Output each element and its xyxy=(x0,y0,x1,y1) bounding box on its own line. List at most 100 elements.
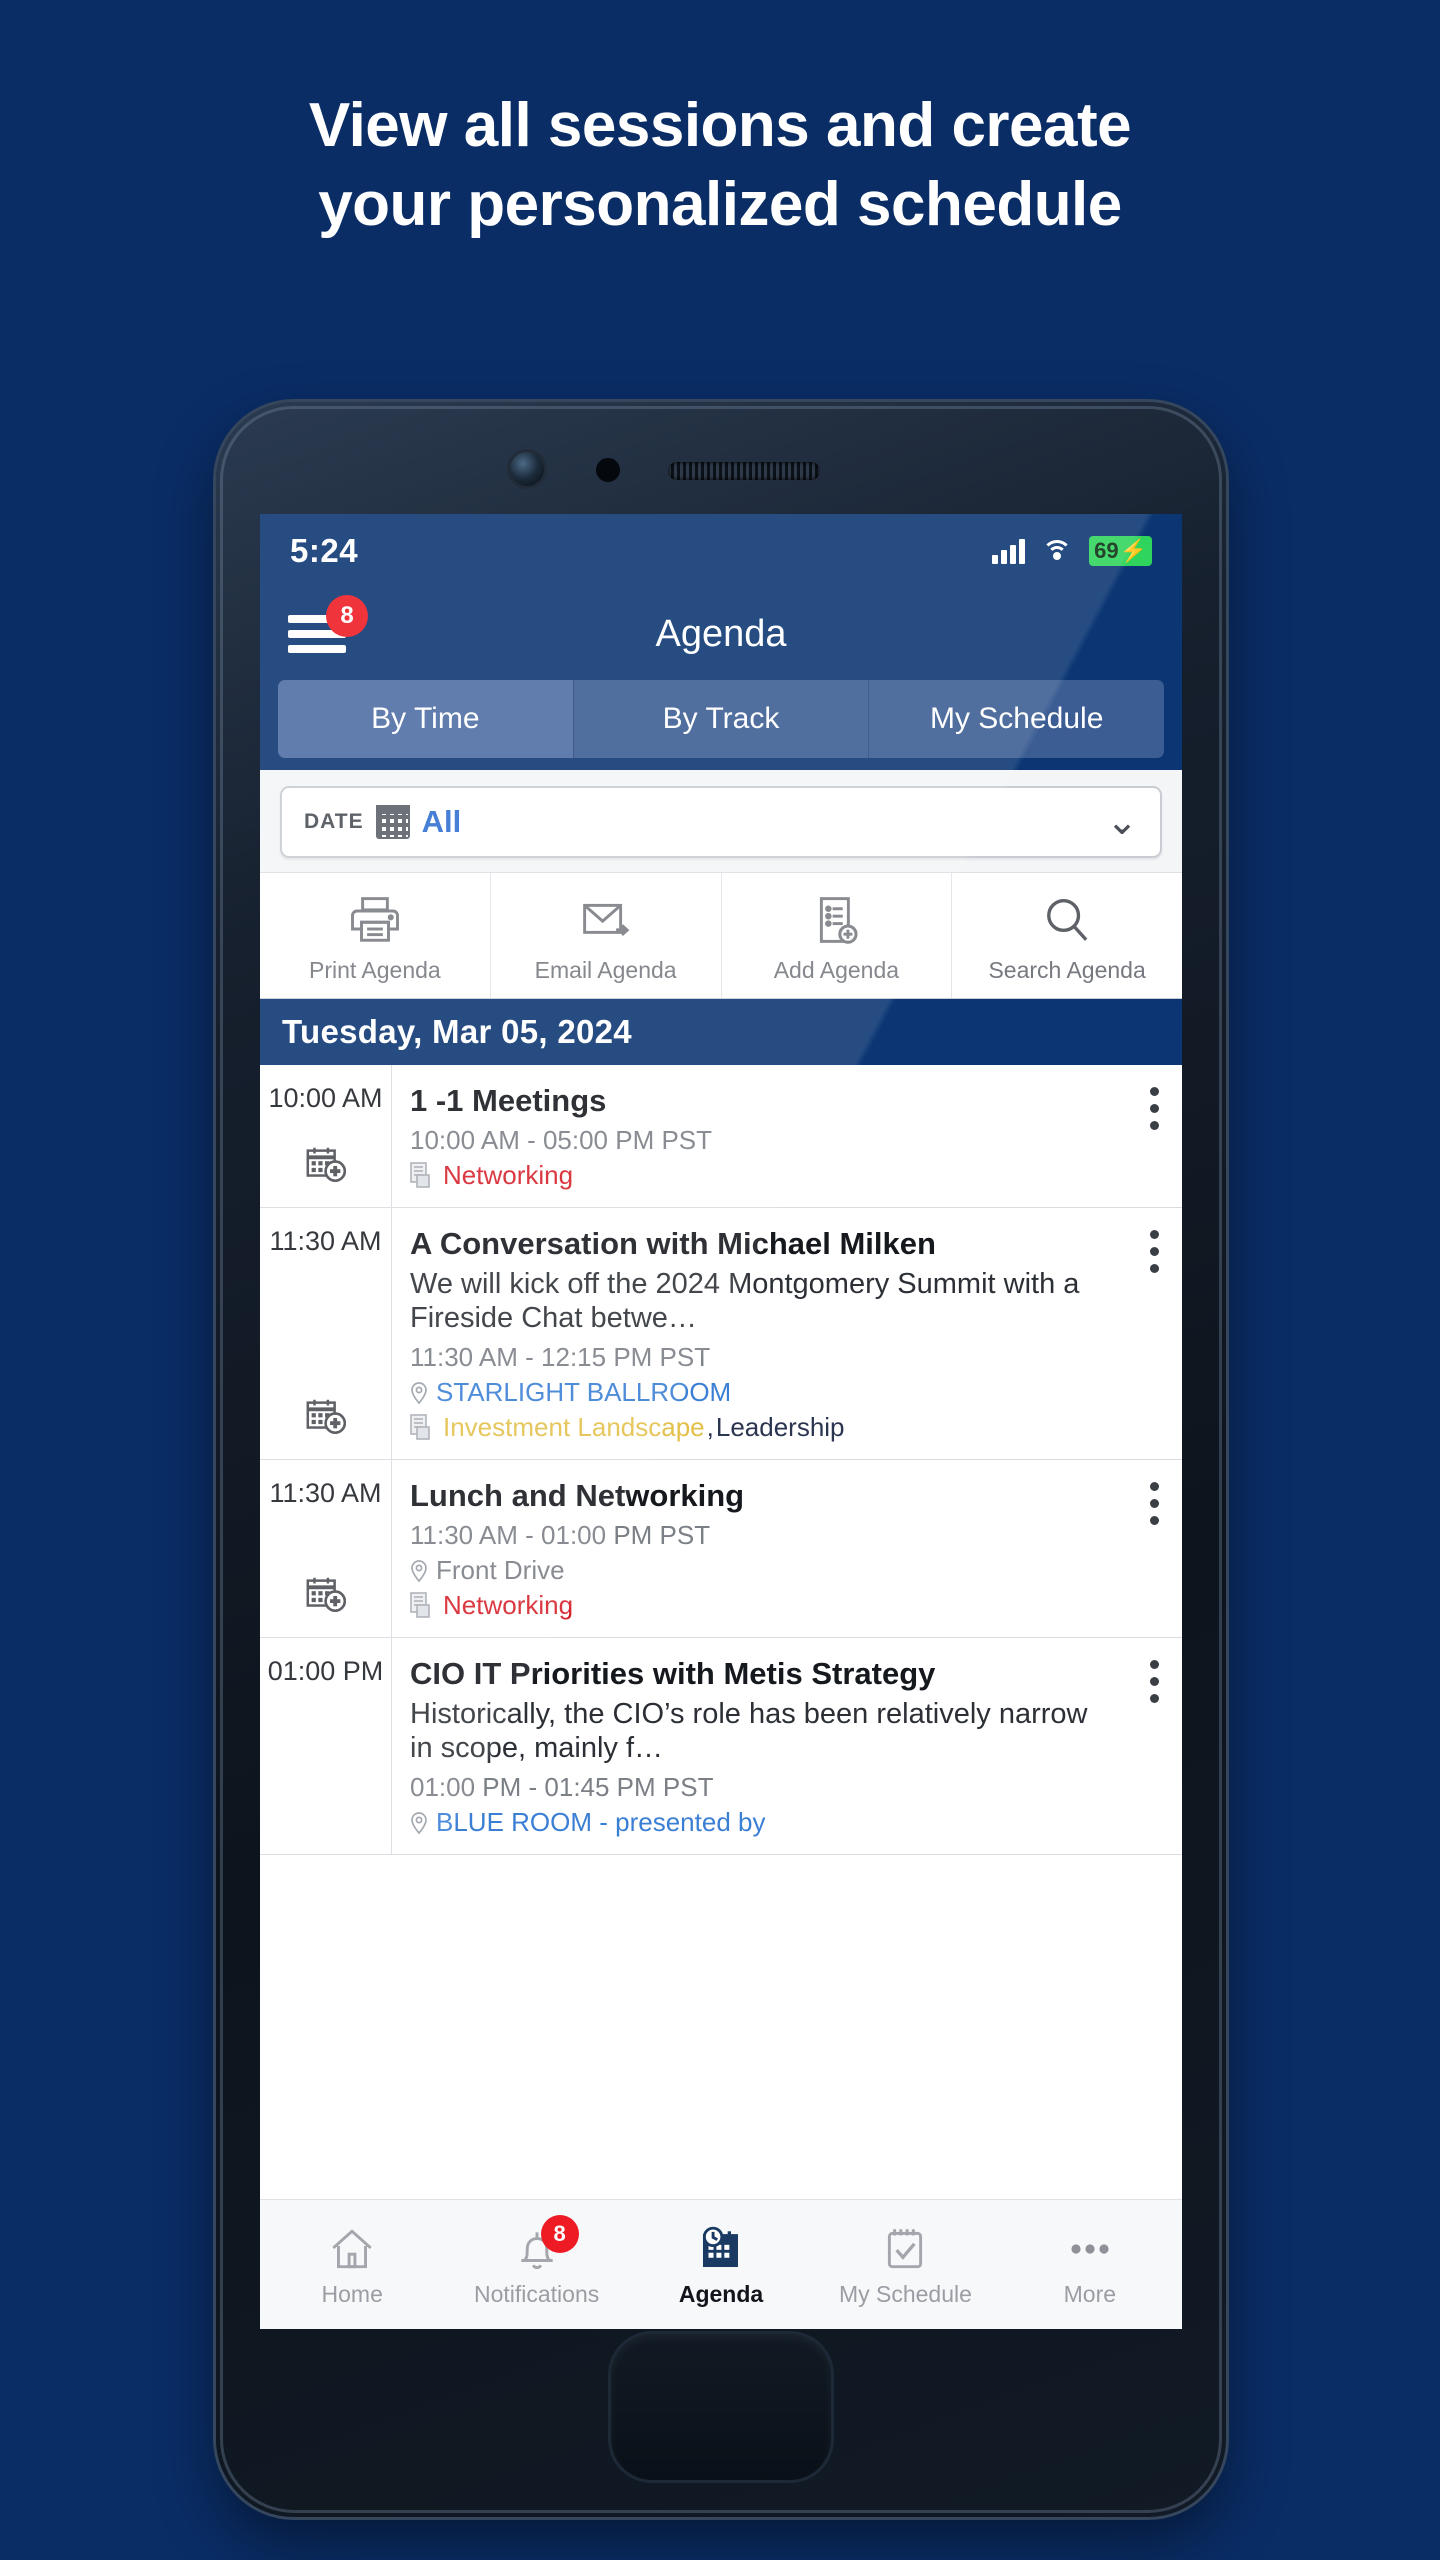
session-tracks: Networking xyxy=(410,1590,1112,1621)
nav-item-more[interactable]: More xyxy=(998,2221,1182,2308)
track-label-leadership: Leadership xyxy=(715,1412,845,1443)
calendar-icon xyxy=(375,805,410,839)
tab-by-time[interactable]: By Time xyxy=(278,680,574,758)
app-bar: 8 Agenda xyxy=(260,588,1182,680)
nav-item-home[interactable]: Home xyxy=(260,2221,444,2308)
add-agenda-button[interactable]: Add Agenda xyxy=(722,873,953,998)
nav-label-my-schedule: My Schedule xyxy=(838,2281,972,2307)
search-icon xyxy=(952,889,1182,951)
session-timerange: 11:30 AM - 12:15 PM PST xyxy=(410,1342,711,1373)
headline-line-2: your personalized schedule xyxy=(318,170,1122,240)
nav-item-agenda[interactable]: Agenda xyxy=(629,2221,813,2308)
physical-home-button[interactable] xyxy=(608,2331,834,2483)
session-timerange: 11:30 AM - 01:00 PM PST xyxy=(410,1520,711,1551)
date-band: Tuesday, Mar 05, 2024 xyxy=(260,999,1182,1065)
email-agenda-button[interactable]: Email Agenda xyxy=(491,873,722,998)
add-agenda-label: Add Agenda xyxy=(773,957,900,983)
session-body: CIO IT Priorities with Metis Strategy Hi… xyxy=(392,1638,1182,1854)
hamburger-menu-icon[interactable]: 8 xyxy=(288,595,368,657)
earpiece-speaker-icon xyxy=(668,462,820,480)
kebab-menu-icon[interactable] xyxy=(1150,1482,1160,1526)
proximity-sensor-icon xyxy=(596,458,620,482)
date-filter-label: DATE xyxy=(304,810,364,833)
session-title: Lunch and Networking xyxy=(410,1478,745,1514)
calendar-add-icon[interactable] xyxy=(303,1394,349,1445)
session-tracks: Networking xyxy=(410,1160,1112,1191)
session-title: A Conversation with Michael Milken xyxy=(410,1226,936,1262)
session-start-time: 11:30 AM xyxy=(269,1226,382,1257)
session-title: CIO IT Priorities with Metis Strategy xyxy=(410,1656,936,1692)
battery-icon: 69 ⚡ xyxy=(1089,536,1152,566)
session-location: STARLIGHT BALLROOM xyxy=(410,1377,1112,1408)
location-pin-icon xyxy=(411,1381,427,1404)
agenda-toolbar: Print Agenda Email Agenda Add Agenda Sea… xyxy=(260,872,1182,999)
session-body: A Conversation with Michael Milken We wi… xyxy=(392,1208,1182,1459)
print-agenda-button[interactable]: Print Agenda xyxy=(260,873,491,998)
session-tracks: Investment Landscape, Leadership xyxy=(410,1412,1112,1443)
table-row[interactable]: 11:30 AM xyxy=(260,1208,1182,1461)
track-doc-icon xyxy=(410,1592,430,1618)
location-pin-icon xyxy=(411,1560,427,1583)
location-pin-icon xyxy=(411,1811,427,1835)
bell-icon: 8 xyxy=(444,2215,628,2277)
session-gutter: 11:30 AM xyxy=(260,1208,392,1460)
date-filter-dropdown[interactable]: DATE All ⌄ xyxy=(280,786,1162,858)
calendar-add-icon[interactable] xyxy=(303,1572,349,1623)
phone-top-bezel xyxy=(216,402,1226,514)
chevron-down-icon: ⌄ xyxy=(1106,801,1138,843)
track-separator: , xyxy=(706,1412,714,1443)
calendar-add-icon[interactable] xyxy=(303,1142,349,1193)
promo-headline: View all sessions and create your person… xyxy=(0,86,1440,245)
segmented-tabs: By Time By Track My Schedule xyxy=(260,680,1182,770)
session-location-label: BLUE ROOM - presented by xyxy=(436,1807,766,1838)
session-location-label: STARLIGHT BALLROOM xyxy=(436,1377,732,1408)
charging-bolt-icon: ⚡ xyxy=(1119,538,1147,563)
table-row[interactable]: 01:00 PM CIO IT Priorities with Metis St… xyxy=(260,1638,1182,1856)
search-agenda-button[interactable]: Search Agenda xyxy=(952,873,1182,998)
session-gutter: 10:00 AM xyxy=(260,1065,392,1208)
session-start-time: 01:00 PM xyxy=(267,1656,384,1687)
agenda-calendar-clock-icon xyxy=(629,2221,813,2277)
date-filter-value: All xyxy=(421,804,462,839)
session-gutter: 11:30 AM xyxy=(260,1460,392,1638)
track-label-investment-landscape: Investment Landscape xyxy=(443,1412,705,1443)
kebab-menu-icon[interactable] xyxy=(1150,1230,1160,1274)
track-label: Networking xyxy=(443,1590,574,1621)
nav-item-notifications[interactable]: 8 Notifications xyxy=(444,2215,628,2308)
table-row[interactable]: 11:30 AM xyxy=(260,1460,1182,1639)
date-filter-wrapper: DATE All ⌄ xyxy=(260,770,1182,872)
phone-mockup: 5:24 69 ⚡ 8 Agenda By Time By Track My S… xyxy=(216,402,1226,2517)
nav-label-notifications: Notifications xyxy=(473,2281,600,2307)
battery-level: 69 xyxy=(1094,538,1119,563)
table-row[interactable]: 10:00 AM 1 -1 Meetings 10:00 AM - 05:00 … xyxy=(260,1065,1182,1209)
bottom-navigation: Home 8 Notifications Agenda My Schedule … xyxy=(260,2199,1182,2329)
headline-line-1: View all sessions and create xyxy=(308,91,1132,160)
session-location: Front Drive xyxy=(410,1555,1112,1586)
promo-background: View all sessions and create your person… xyxy=(0,0,1440,2560)
session-title: 1 -1 Meetings xyxy=(410,1083,607,1118)
printer-icon xyxy=(260,889,490,951)
phone-screen: 5:24 69 ⚡ 8 Agenda By Time By Track My S… xyxy=(260,514,1182,2329)
ellipsis-icon xyxy=(998,2221,1182,2277)
status-bar-clock: 5:24 xyxy=(290,532,359,569)
kebab-menu-icon[interactable] xyxy=(1150,1660,1160,1704)
kebab-menu-icon[interactable] xyxy=(1150,1087,1160,1130)
session-timerange: 10:00 AM - 05:00 PM PST xyxy=(410,1125,713,1156)
nav-item-my-schedule[interactable]: My Schedule xyxy=(813,2221,997,2308)
tab-by-track[interactable]: By Track xyxy=(573,680,870,758)
page-title: Agenda xyxy=(655,612,787,655)
session-location: BLUE ROOM - presented by xyxy=(410,1807,1112,1838)
print-agenda-label: Print Agenda xyxy=(309,957,441,983)
nav-label-agenda: Agenda xyxy=(678,2281,764,2307)
tab-my-schedule[interactable]: My Schedule xyxy=(869,680,1165,758)
nav-label-more: More xyxy=(1063,2281,1117,2307)
track-doc-icon xyxy=(410,1413,430,1440)
document-add-icon xyxy=(722,889,952,951)
session-body: 1 -1 Meetings 10:00 AM - 05:00 PM PST Ne… xyxy=(392,1065,1182,1207)
track-doc-icon xyxy=(410,1161,430,1188)
session-start-time: 11:30 AM xyxy=(269,1478,382,1509)
home-icon xyxy=(260,2221,444,2277)
front-camera-icon xyxy=(510,452,544,486)
envelope-icon xyxy=(491,889,721,951)
session-description: We will kick off the 2024 Montgomery Sum… xyxy=(410,1267,1080,1335)
